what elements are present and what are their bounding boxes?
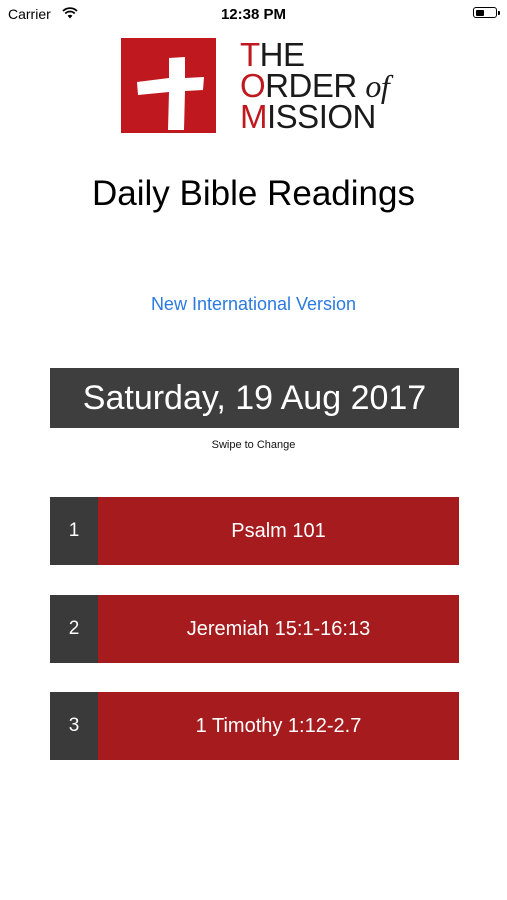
- logo-line-mission: MISSION: [240, 98, 376, 135]
- reading-number: 2: [50, 595, 98, 663]
- reading-reference: 1 Timothy 1:12-2.7: [98, 692, 459, 760]
- reading-number: 1: [50, 497, 98, 565]
- page-title: Daily Bible Readings: [92, 174, 415, 213]
- reading-number: 3: [50, 692, 98, 760]
- status-bar: Carrier 12:38 PM: [0, 0, 507, 28]
- status-time: 12:38 PM: [220, 6, 287, 23]
- reading-row[interactable]: 1 Psalm 101: [50, 497, 459, 565]
- logo-wordmark: THE ORDER of MISSION: [240, 38, 410, 133]
- swipe-hint: Swipe to Change: [211, 439, 296, 451]
- reading-row[interactable]: 2 Jeremiah 15:1-16:13: [50, 595, 459, 663]
- battery-icon: [473, 7, 500, 18]
- version-link[interactable]: New International Version: [0, 294, 507, 315]
- reading-row[interactable]: 3 1 Timothy 1:12-2.7: [50, 692, 459, 760]
- reading-reference: Jeremiah 15:1-16:13: [98, 595, 459, 663]
- reading-reference: Psalm 101: [98, 497, 459, 565]
- date-selector[interactable]: Saturday, 19 Aug 2017: [50, 368, 459, 428]
- logo-cross-icon: [121, 38, 216, 133]
